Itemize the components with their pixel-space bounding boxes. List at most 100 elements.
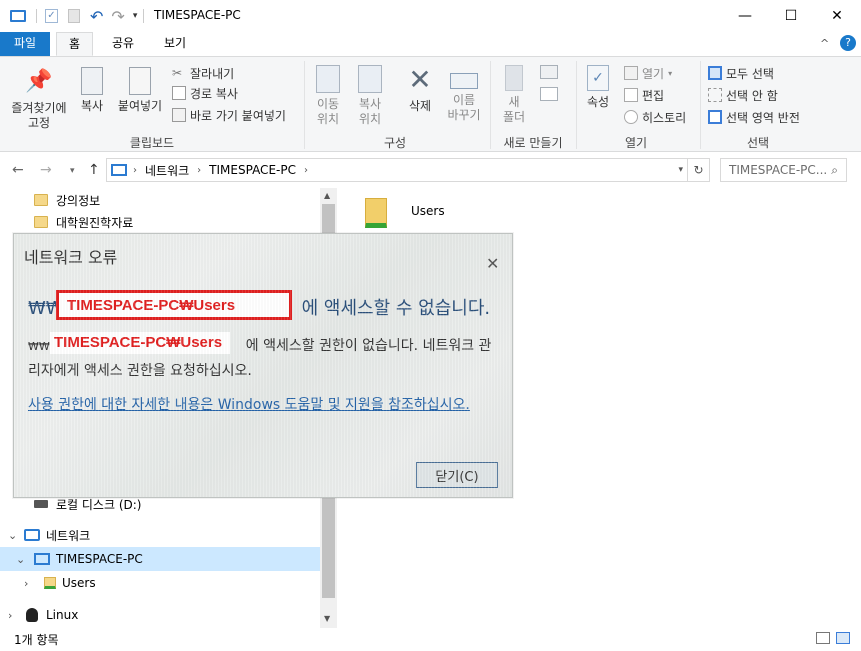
paste-shortcut-button[interactable]: 바로 가기 붙여넣기 [172, 105, 286, 125]
computer-icon [34, 553, 50, 565]
group-label-new: 새로 만들기 [503, 136, 563, 150]
rename-icon [450, 73, 478, 89]
paste-shortcut-icon [172, 108, 186, 122]
cut-button[interactable]: ✂ 잘라내기 [172, 63, 234, 83]
easy-access-icon[interactable] [540, 87, 558, 101]
select-all-button[interactable]: 모두 선택 [708, 63, 774, 83]
divider [576, 61, 577, 149]
up-arrow-icon[interactable]: ↑ [88, 162, 100, 178]
properties-check-icon: ✓ [587, 65, 609, 91]
select-all-icon [708, 66, 722, 80]
recent-locations-chevron-icon[interactable]: ▾ [70, 166, 75, 176]
new-folder-button[interactable]: 새 폴더 [498, 65, 530, 125]
paste-button[interactable]: 붙여넣기 [114, 67, 166, 114]
copy-to-button[interactable]: 복사 위치 [352, 65, 388, 127]
customize-dropdown-icon[interactable]: ▾ [133, 11, 138, 21]
paste-shortcut-label: 바로 가기 붙여넣기 [190, 108, 286, 123]
details-view-icon[interactable] [816, 632, 830, 644]
network-error-dialog: 네트워크 오류 ✕ ₩₩ 에 액세스할 수 없습니다. ₩₩ 에 액세스할 권한이 … [13, 233, 513, 498]
body-line1: 에 액세스할 권한이 없습니다. 네트워크 관 [245, 338, 492, 354]
redo-icon[interactable]: ↷ [111, 7, 124, 26]
chevron-right-icon[interactable]: › [24, 577, 28, 590]
properties-button[interactable]: ✓ 속성 [580, 65, 616, 110]
dialog-close-icon[interactable]: ✕ [486, 254, 499, 273]
delete-button[interactable]: ✕ 삭제 [402, 65, 438, 114]
properties-check-icon[interactable]: ✓ [45, 9, 58, 23]
tree-item[interactable]: ⌄ 네트워크 [0, 523, 320, 547]
forward-arrow-icon[interactable]: → [40, 162, 52, 178]
breadcrumb-network[interactable]: 네트워크 [145, 162, 189, 179]
tab-file[interactable]: 파일 [0, 32, 50, 56]
tree-item-label: Linux [46, 608, 79, 622]
copy-button[interactable]: 복사 [74, 67, 110, 114]
select-none-button[interactable]: 선택 안 함 [708, 85, 778, 105]
rename-button[interactable]: 이름 바꾸기 [444, 65, 484, 123]
select-all-label: 모두 선택 [726, 66, 774, 81]
copy-path-button[interactable]: 경로 복사 [172, 83, 238, 103]
collapse-ribbon-icon[interactable]: ^ [820, 37, 829, 50]
tree-item-label: 강의정보 [56, 193, 101, 208]
item-count: 1개 항목 [14, 633, 59, 647]
tree-item[interactable]: › Users [0, 571, 320, 595]
history-button[interactable]: 히스토리 [624, 107, 686, 127]
minimize-button[interactable]: — [722, 0, 768, 32]
dialog-close-button[interactable]: 닫기(C) [416, 462, 498, 488]
shared-folder-icon [365, 198, 387, 228]
close-button[interactable]: ✕ [814, 0, 860, 32]
body-line2: 리자에게 액세스 권한을 요청하십시오. [28, 363, 252, 379]
computer-icon[interactable] [10, 10, 26, 22]
divider [304, 61, 305, 149]
ribbon: 📌 즐겨찾기에 고정 복사 붙여넣기 ✂ 잘라내기 경로 복사 바로 가기 붙여넣… [0, 56, 861, 152]
tree-item[interactable]: 대학원진학자료 [0, 210, 320, 234]
scroll-up-icon[interactable]: ▲ [324, 191, 330, 200]
large-icons-view-icon[interactable] [836, 632, 850, 644]
address-history-chevron-icon[interactable]: ▾ [678, 165, 683, 175]
history-icon [624, 110, 638, 124]
tab-share[interactable]: 공유 [100, 32, 146, 56]
window-title: TIMESPACE-PC [154, 8, 241, 22]
cut-label: 잘라내기 [190, 66, 235, 81]
tree-item-label: 네트워크 [46, 528, 91, 543]
search-input[interactable]: TIMESPACE-PC... ⌕ [720, 158, 847, 182]
paste-icon [129, 67, 151, 95]
chevron-right-icon: › [133, 164, 137, 176]
tab-home[interactable]: 홈 [56, 32, 94, 56]
paste-label: 붙여넣기 [117, 99, 163, 113]
chevron-down-icon[interactable]: ⌄ [16, 553, 25, 566]
status-bar: 1개 항목 [0, 628, 861, 651]
new-item-icon[interactable] [540, 65, 558, 79]
refresh-icon[interactable]: ↻ [687, 159, 709, 181]
group-label-select: 선택 [746, 136, 770, 150]
new-folder-label: 새 폴더 [502, 95, 526, 124]
tree-item-label: 로컬 디스크 (D:) [56, 497, 142, 512]
maximize-button[interactable]: ☐ [768, 0, 814, 32]
open-button[interactable]: 열기 ▾ [624, 63, 672, 83]
help-icon[interactable]: ? [840, 35, 856, 51]
move-to-button[interactable]: 이동 위치 [310, 65, 346, 127]
edit-button[interactable]: 편집 [624, 85, 664, 105]
divider [700, 61, 701, 149]
open-label: 열기 [642, 66, 665, 81]
new-folder-icon[interactable] [68, 9, 80, 23]
shared-folder-icon [44, 577, 56, 589]
back-arrow-icon[interactable]: ← [12, 162, 24, 178]
scissors-icon: ✂ [172, 66, 183, 80]
tab-view[interactable]: 보기 [152, 32, 198, 56]
invert-selection-button[interactable]: 선택 영역 반전 [708, 107, 800, 127]
help-link[interactable]: 사용 권한에 대한 자세한 내용은 Windows 도움말 및 지원을 참조하십… [28, 394, 498, 416]
chevron-right-icon[interactable]: › [8, 609, 12, 622]
undo-icon[interactable]: ↶ [90, 7, 103, 26]
tree-item[interactable]: › Linux [0, 603, 320, 627]
breadcrumb-timespace-pc[interactable]: TIMESPACE-PC [209, 163, 296, 177]
pin-quick-access-button[interactable]: 📌 즐겨찾기에 고정 [6, 67, 72, 131]
drive-icon [34, 500, 48, 508]
delete-x-icon: ✕ [408, 63, 432, 96]
scroll-down-icon[interactable]: ▼ [324, 614, 330, 623]
address-bar[interactable]: › 네트워크 › TIMESPACE-PC › ▾ ↻ [106, 158, 710, 182]
chevron-down-icon[interactable]: ⌄ [8, 529, 17, 542]
rename-label: 이름 바꾸기 [447, 93, 481, 122]
tree-item-selected[interactable]: ⌄ TIMESPACE-PC [0, 547, 320, 571]
history-label: 히스토리 [642, 110, 687, 125]
tree-item[interactable]: 강의정보 [0, 188, 320, 212]
group-label-open: 열기 [624, 136, 648, 150]
